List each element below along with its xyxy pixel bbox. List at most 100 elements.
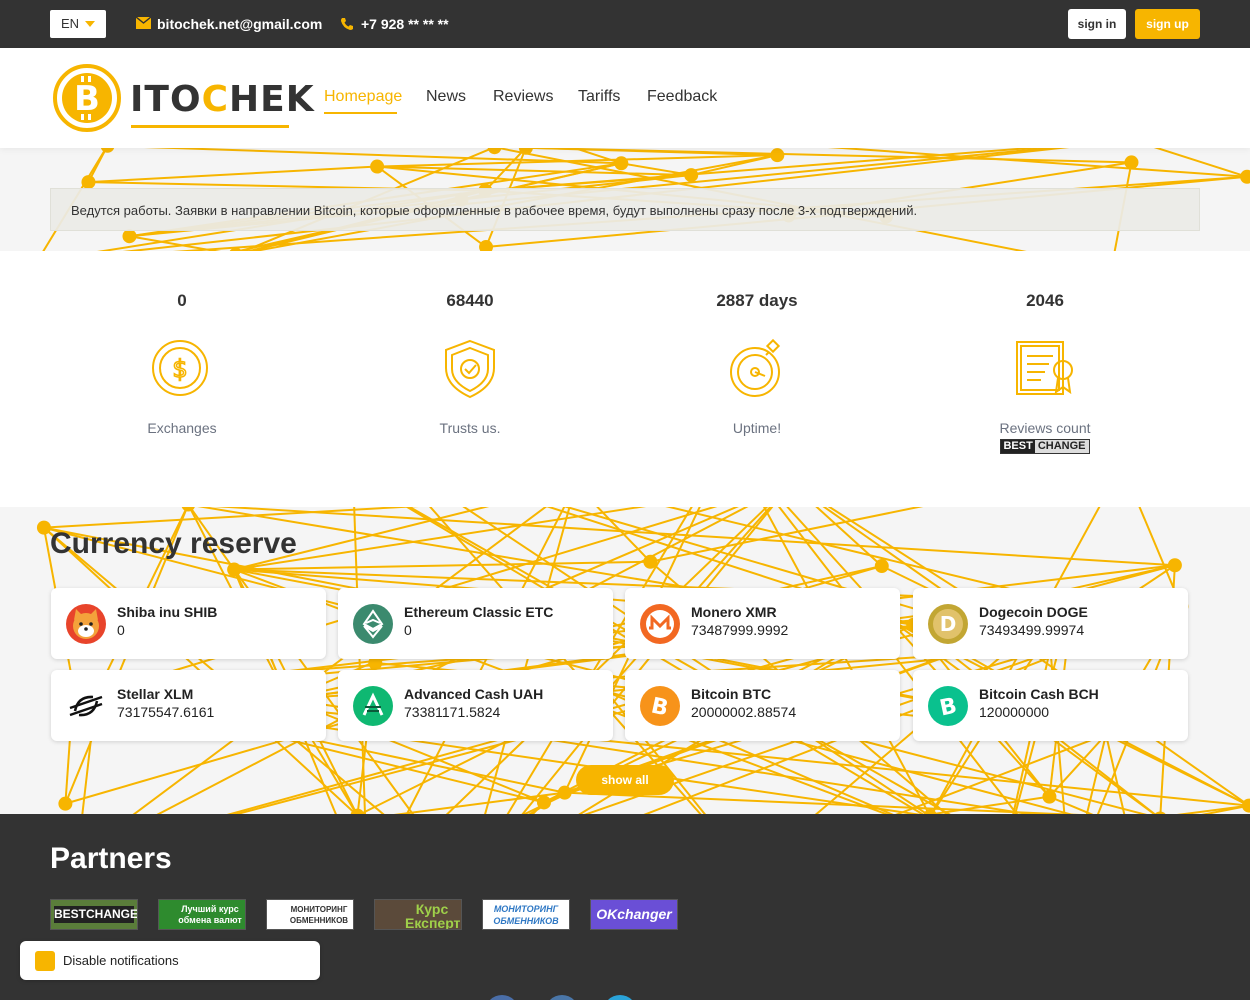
logo-wordmark: ITOCHEK [130, 79, 315, 120]
language-select[interactable]: EN [50, 10, 106, 38]
stat-trusts: 68440 Trusts us. [370, 251, 570, 436]
partner-logo-okchanger[interactable]: OKchanger [590, 899, 678, 930]
partner-logo-monitoring-2[interactable]: МОНИТОРИНГ ОБМЕННИКОВ [482, 899, 570, 930]
network-node [557, 785, 572, 800]
dollar-coin-icon: $ [150, 336, 214, 400]
network-line [88, 165, 378, 184]
network-node [1240, 169, 1250, 184]
network-node [479, 240, 494, 251]
currency-amount: 0 [117, 622, 125, 638]
partner-logo-kurs-expert[interactable]: Курс Експерт [374, 899, 462, 930]
stat-label: Exchanges [147, 420, 217, 436]
nav-feedback[interactable]: Feedback [647, 88, 717, 106]
checkbox[interactable] [35, 951, 55, 971]
phone-contact[interactable]: +7 928 ** ** ** [340, 16, 449, 32]
email-text: bitochek.net@gmail.com [157, 16, 323, 32]
sign-in-button[interactable]: sign in [1068, 9, 1126, 39]
network-node [684, 168, 699, 183]
network-line [393, 791, 565, 814]
reserve-card-advcash[interactable]: Advanced Cash UAH 73381171.5824 [338, 670, 613, 741]
advcash-icon [353, 686, 393, 726]
network-node [1042, 789, 1057, 804]
shiba-icon [66, 604, 106, 644]
bestchange-badge[interactable]: BEST CHANGE [1000, 439, 1090, 454]
svg-text:D: D [940, 612, 957, 636]
network-line [353, 507, 366, 814]
currency-reserve-title: Currency reserve [50, 527, 297, 560]
notification-label: Disable notifications [63, 953, 179, 968]
currency-amount: 73487999.9992 [691, 622, 789, 638]
bitcoin-cash-icon: B [928, 686, 968, 726]
network-node [370, 159, 385, 174]
reserve-card-btc[interactable]: B Bitcoin BTC 20000002.88574 [625, 670, 900, 741]
email-contact[interactable]: bitochek.net@gmail.com [136, 16, 322, 32]
network-line [212, 507, 1175, 567]
maintenance-notice: Ведутся работы. Заявки в направлении Bit… [50, 188, 1200, 231]
bitcoin-icon: B [640, 686, 680, 726]
stat-label: Reviews count [999, 420, 1091, 436]
stat-value: 2887 days [716, 291, 798, 310]
svg-text:$: $ [172, 355, 187, 383]
stat-exchanges: 0 $ Exchanges [82, 251, 282, 436]
site-logo[interactable]: B ITOCHEK [53, 63, 314, 133]
stopwatch-icon [725, 336, 789, 400]
reserve-card-xlm[interactable]: Stellar XLM 73175547.6161 [51, 670, 326, 741]
currency-amount: 20000002.88574 [691, 704, 797, 720]
network-node [874, 559, 889, 574]
partner-logo-monitoring[interactable]: МОНИТОРИНГ ОБМЕННИКОВ [266, 899, 354, 930]
nav-reviews[interactable]: Reviews [493, 88, 553, 106]
nav-homepage[interactable]: Homepage [324, 88, 402, 106]
ethereum-classic-icon [353, 604, 393, 644]
nav-news[interactable]: News [426, 88, 466, 106]
network-line [650, 507, 924, 563]
partner-logo-best-rate[interactable]: Лучший курс обмена валют [158, 899, 246, 930]
notification-toggle[interactable]: Disable notifications [20, 941, 320, 980]
currency-amount: 120000000 [979, 704, 1050, 720]
partners-title: Partners [50, 842, 172, 875]
reserve-card-xmr[interactable]: Monero XMR 73487999.9992 [625, 588, 900, 659]
network-node [614, 156, 629, 171]
network-node [36, 520, 51, 535]
currency-name: Stellar XLM [117, 686, 194, 702]
svg-text:B: B [938, 693, 960, 721]
network-node [1124, 155, 1139, 170]
stat-label: Trusts us. [439, 420, 501, 436]
currency-name: Bitcoin Cash BCH [979, 686, 1099, 702]
stat-value: 2046 [1026, 291, 1064, 310]
show-all-button[interactable]: show all [576, 765, 674, 795]
svg-text:B: B [74, 79, 100, 119]
top-bar: EN bitochek.net@gmail.com +7 928 ** ** *… [0, 0, 1250, 48]
currency-name: Advanced Cash UAH [404, 686, 544, 702]
reserve-card-bch[interactable]: B Bitcoin Cash BCH 120000000 [913, 670, 1188, 741]
stellar-icon [66, 686, 106, 726]
stat-value: 0 [177, 291, 187, 310]
sign-up-button[interactable]: sign up [1135, 9, 1200, 39]
stat-label: Uptime! [732, 420, 782, 436]
network-node [58, 796, 73, 811]
nav-tariffs[interactable]: Tariffs [578, 88, 620, 106]
network-line [143, 148, 622, 165]
phone-text: +7 928 ** ** ** [361, 16, 449, 32]
currency-amount: 73493499.99974 [979, 622, 1085, 638]
network-node [81, 175, 96, 190]
partner-logo-bestchange[interactable]: BESTCHANGE [50, 899, 138, 930]
dogecoin-icon: D [928, 604, 968, 644]
shield-check-icon [438, 336, 502, 400]
network-node [227, 562, 242, 577]
currency-amount: 0 [404, 622, 412, 638]
reserve-card-etc[interactable]: Ethereum Classic ETC 0 [338, 588, 613, 659]
nav-active-underline [324, 112, 397, 114]
network-node [770, 148, 785, 163]
currency-name: Monero XMR [691, 604, 777, 620]
site-header: B ITOCHEK Homepage News Reviews Tariffs … [0, 48, 1250, 148]
language-value: EN [61, 16, 80, 31]
chevron-down-icon [85, 21, 95, 27]
network-node [536, 795, 551, 810]
stat-uptime: 2887 days Uptime! [657, 251, 857, 436]
reserve-card-shib[interactable]: Shiba inu SHIB 0 [51, 588, 326, 659]
monero-icon [640, 604, 680, 644]
currency-name: Shiba inu SHIB [117, 604, 218, 620]
reserve-card-doge[interactable]: D Dogecoin DOGE 73493499.99974 [913, 588, 1188, 659]
stat-value: 68440 [446, 291, 494, 310]
currency-amount: 73381171.5824 [404, 704, 501, 720]
